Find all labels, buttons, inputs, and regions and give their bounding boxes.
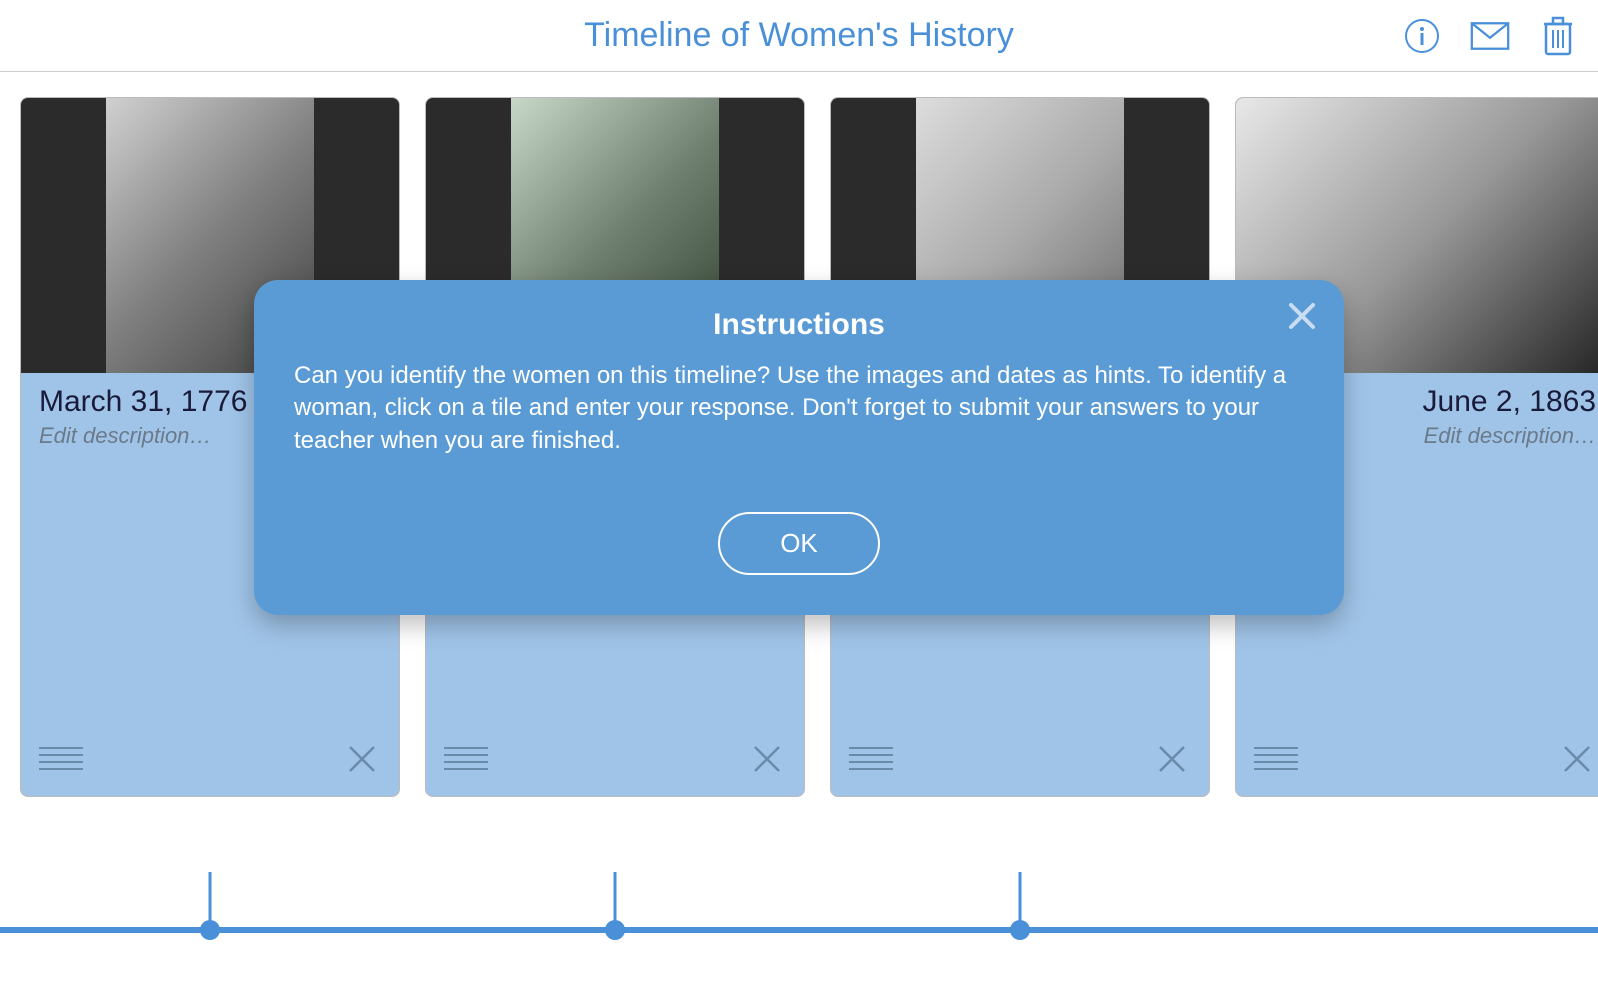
card-footer: [39, 744, 381, 778]
card-footer: [444, 744, 786, 778]
modal-button-row: OK: [294, 512, 1304, 575]
modal-close-icon[interactable]: [1288, 302, 1316, 335]
app-header: Timeline of Women's History: [0, 0, 1598, 72]
instructions-modal: Instructions Can you identify the women …: [254, 280, 1344, 615]
timeline-node[interactable]: [1010, 920, 1030, 940]
mail-icon[interactable]: [1470, 16, 1510, 56]
page-title: Timeline of Women's History: [584, 16, 1014, 55]
modal-body-text: Can you identify the women on this timel…: [294, 360, 1304, 457]
drag-handle-icon[interactable]: [849, 744, 883, 778]
drag-handle-icon[interactable]: [444, 744, 478, 778]
timeline-node-stem: [209, 872, 212, 927]
card-footer: [1254, 744, 1596, 778]
timeline-node[interactable]: [605, 920, 625, 940]
close-icon[interactable]: [1562, 744, 1596, 778]
timeline-node-stem: [614, 872, 617, 927]
timeline-track: [0, 927, 1598, 933]
card-footer: [849, 744, 1191, 778]
timeline-node[interactable]: [200, 920, 220, 940]
modal-title: Instructions: [294, 308, 1304, 342]
timeline-node-stem: [1019, 872, 1022, 927]
close-icon[interactable]: [1157, 744, 1191, 778]
drag-handle-icon[interactable]: [1254, 744, 1288, 778]
header-icon-group: [1402, 16, 1578, 56]
close-icon[interactable]: [752, 744, 786, 778]
ok-button[interactable]: OK: [718, 512, 880, 575]
drag-handle-icon[interactable]: [39, 744, 73, 778]
close-icon[interactable]: [347, 744, 381, 778]
info-icon[interactable]: [1402, 16, 1442, 56]
trash-icon[interactable]: [1538, 16, 1578, 56]
